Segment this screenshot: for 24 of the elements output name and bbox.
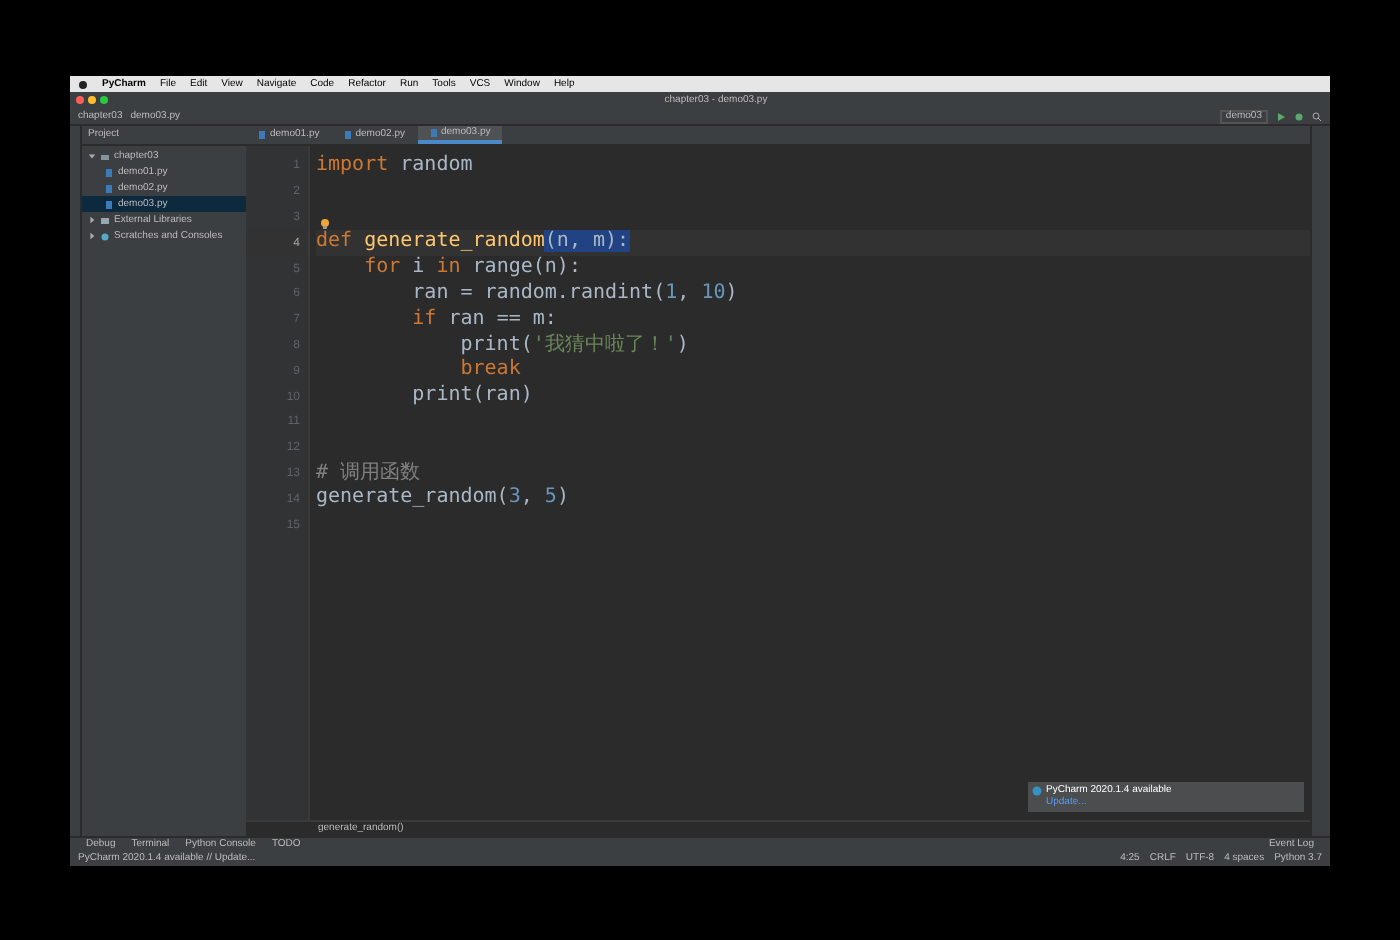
code-line: generate_random(3, 5) [316, 486, 571, 513]
library-icon [100, 215, 110, 225]
folder-icon [100, 151, 110, 161]
search-icon[interactable] [1312, 111, 1322, 121]
info-icon [1032, 786, 1042, 796]
code-line: ran = random.randint(1, 10) [410, 281, 740, 308]
debug-icon[interactable] [1294, 111, 1304, 121]
code-line: print(ran) [410, 384, 535, 410]
scratch-icon [100, 231, 110, 241]
code-line: for i in range(n): [362, 256, 583, 282]
code-line: # 调用函数 [316, 461, 423, 486]
lightbulb-icon[interactable] [320, 218, 330, 231]
code-line: if ran == m: [410, 307, 559, 333]
minimize-window-icon[interactable] [88, 96, 96, 104]
expanded-arrow-icon[interactable] [88, 152, 96, 160]
close-window-icon[interactable] [76, 96, 84, 104]
code-line: break [458, 358, 523, 384]
python-file-icon [258, 130, 266, 140]
code-line: print('我猜中啦了！') [458, 333, 691, 358]
code-line: import random [316, 154, 475, 180]
python-file-icon [429, 128, 437, 138]
apple-logo-icon[interactable] [78, 79, 88, 89]
python-file-icon [343, 130, 352, 140]
zoom-window-icon[interactable] [100, 96, 108, 104]
